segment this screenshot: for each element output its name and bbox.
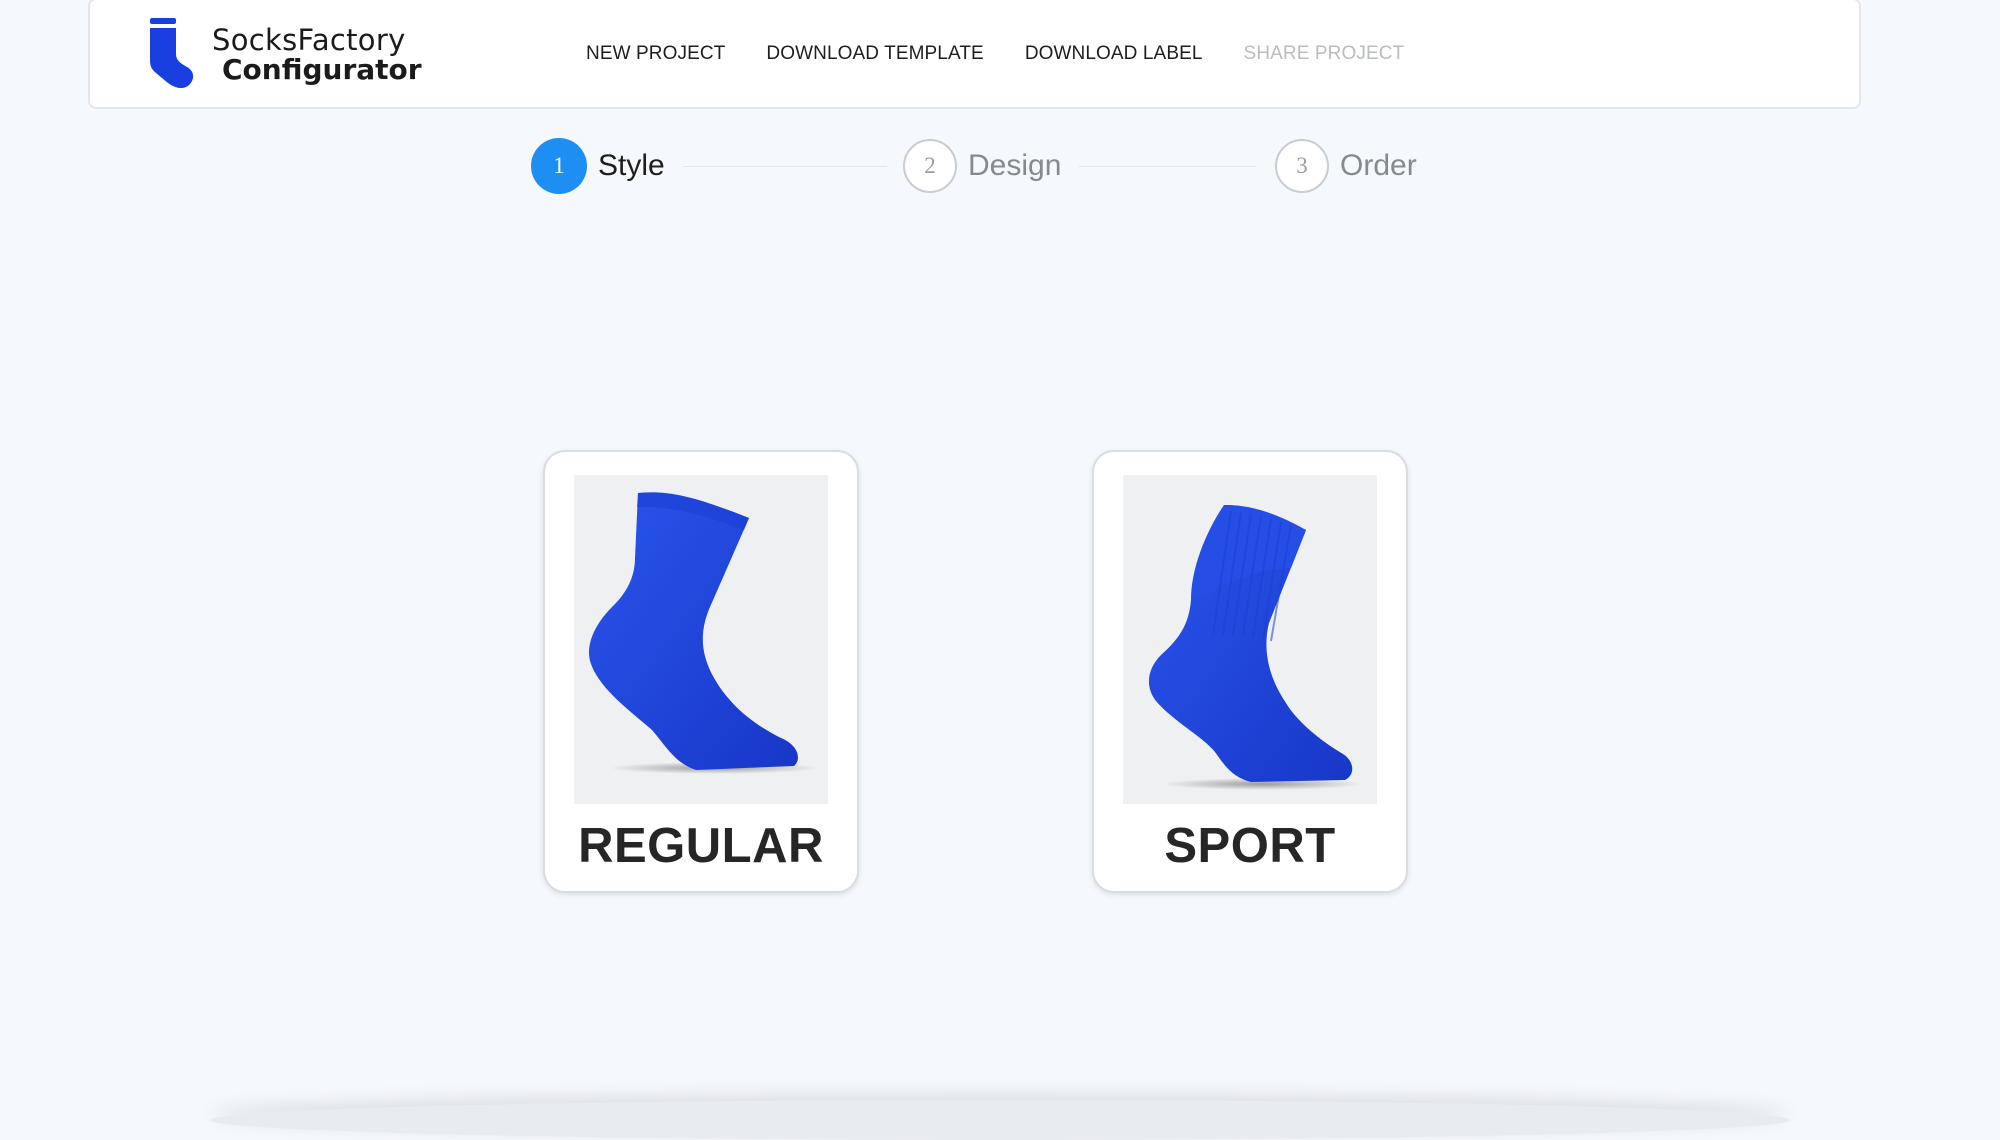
bottom-panel-shadow <box>210 1100 1790 1140</box>
step-design[interactable]: 2 Design <box>903 138 1061 194</box>
style-card-sport[interactable]: SPORT <box>1092 450 1408 893</box>
sport-sock-image <box>1123 475 1377 804</box>
step-2-label: Design <box>968 149 1062 182</box>
step-connector-1 <box>683 166 887 167</box>
style-regular-label: REGULAR <box>578 819 824 873</box>
step-2-number: 2 <box>903 139 957 193</box>
step-3-number: 3 <box>1275 139 1329 193</box>
step-connector-2 <box>1078 166 1256 167</box>
regular-sock-image <box>574 475 828 804</box>
step-1-label: Style <box>598 149 665 182</box>
progress-stepper: 1 Style 2 Design 3 Order <box>0 0 2000 200</box>
style-sport-label: SPORT <box>1164 819 1336 873</box>
step-order[interactable]: 3 Order <box>1275 138 1417 194</box>
step-style[interactable]: 1 Style <box>531 138 665 194</box>
step-3-label: Order <box>1340 149 1417 182</box>
step-1-number: 1 <box>531 138 587 194</box>
style-card-regular[interactable]: REGULAR <box>543 450 859 893</box>
